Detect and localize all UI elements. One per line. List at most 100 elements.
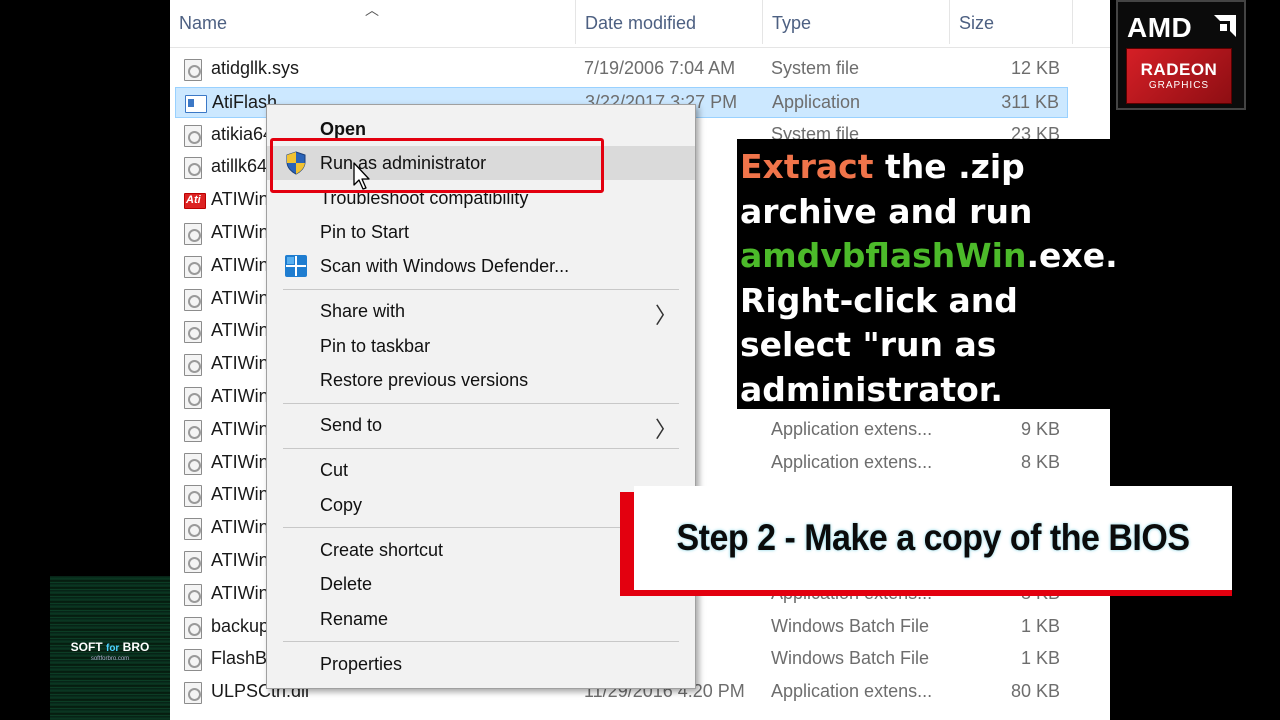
file-name: atikia64 xyxy=(211,123,274,144)
radeon-badge: RADEON GRAPHICS xyxy=(1126,48,1232,104)
menu-item-label: Share with xyxy=(320,301,406,321)
file-type: Application xyxy=(772,91,861,112)
file-icon xyxy=(184,682,202,705)
file-name: ATIWin xyxy=(211,418,269,439)
instruction-highlight: Extract xyxy=(740,147,874,186)
radeon-text: RADEON xyxy=(1140,60,1218,79)
highlight-box xyxy=(270,138,604,193)
file-type: Windows Batch File xyxy=(771,615,930,636)
ati-icon xyxy=(184,193,206,210)
menu-item-label: Delete xyxy=(320,574,373,594)
instruction-line: administrator. xyxy=(740,369,1003,409)
menu-item-rename[interactable]: Rename xyxy=(267,602,695,636)
column-divider[interactable] xyxy=(762,0,763,44)
menu-separator xyxy=(283,289,679,290)
column-date-modified[interactable]: Date modified xyxy=(585,13,696,34)
file-size: 12 KB xyxy=(1010,58,1060,78)
column-type[interactable]: Type xyxy=(772,13,811,34)
file-icon xyxy=(184,59,202,81)
channel-name-part: BRO xyxy=(122,640,150,654)
file-name: ATIWin xyxy=(211,484,269,505)
file-type: Application extens... xyxy=(771,681,933,702)
file-name: FlashB xyxy=(211,648,268,669)
file-name: ATIWin xyxy=(211,254,269,275)
menu-item-pin-to-taskbar[interactable]: Pin to taskbar xyxy=(267,329,695,363)
file-name: ATIWin xyxy=(211,582,269,603)
instruction-text: .exe. xyxy=(1026,236,1118,275)
column-name[interactable]: Name xyxy=(179,13,227,34)
column-size[interactable]: Size xyxy=(959,13,994,34)
menu-item-label: Properties xyxy=(320,654,403,674)
windows-defender-icon xyxy=(285,255,307,277)
file-type: Application extens... xyxy=(771,418,933,439)
channel-name-part: SOFT xyxy=(70,640,103,654)
menu-item-label: Scan with Windows Defender... xyxy=(320,256,570,276)
file-type: Application extens... xyxy=(771,451,933,472)
file-icon xyxy=(184,649,202,672)
file-name: atidgllk.sys xyxy=(211,58,300,78)
sort-ascending-icon: ︿ xyxy=(365,2,379,18)
step-banner: Step 2 - Make a copy of the BIOS xyxy=(634,486,1232,590)
menu-item-scan-defender[interactable]: Scan with Windows Defender... xyxy=(267,249,695,283)
file-name: ATIWin xyxy=(211,320,269,341)
channel-name: SOFT for BRO xyxy=(50,640,170,654)
menu-item-label: Send to xyxy=(320,415,383,435)
file-name: atillk64 xyxy=(211,156,268,177)
file-icon xyxy=(184,419,202,442)
file-icon xyxy=(184,255,202,278)
file-size: 1 KB xyxy=(1020,615,1060,636)
file-name: ATIWin xyxy=(211,550,269,570)
menu-item-label: Open xyxy=(320,119,367,139)
menu-item-share-with[interactable]: Share with 〉 xyxy=(267,294,695,328)
file-icon xyxy=(184,124,202,147)
file-size: 80 KB xyxy=(1010,681,1060,702)
file-icon xyxy=(184,485,202,508)
menu-item-pin-to-start[interactable]: Pin to Start xyxy=(267,215,695,249)
file-icon xyxy=(184,583,202,606)
menu-item-restore-previous-versions[interactable]: Restore previous versions xyxy=(267,363,695,397)
file-type: System file xyxy=(771,58,860,78)
menu-item-label: Rename xyxy=(320,609,389,629)
channel-name-part: for xyxy=(105,643,120,654)
menu-item-label: Create shortcut xyxy=(320,540,444,560)
menu-separator xyxy=(283,641,679,642)
menu-item-label: Restore previous versions xyxy=(320,370,529,390)
file-icon xyxy=(184,288,202,311)
column-divider[interactable] xyxy=(1072,0,1073,44)
file-size: 9 KB xyxy=(1020,418,1060,439)
menu-separator xyxy=(283,403,679,404)
submenu-arrow-icon: 〉 xyxy=(654,417,677,442)
submenu-arrow-icon: 〉 xyxy=(654,303,677,328)
instruction-line: select "run as xyxy=(740,325,997,364)
menu-item-properties[interactable]: Properties xyxy=(267,647,695,681)
file-size: 311 KB xyxy=(1001,91,1059,112)
file-name: ATIWin xyxy=(211,353,269,374)
channel-logo: SOFT for BRO softforbro.com xyxy=(50,576,170,720)
file-row[interactable]: atidgllk.sys 7/19/2006 7:04 AM System file… xyxy=(175,54,1068,85)
file-icon xyxy=(184,551,202,573)
file-date-modified: 7/19/2006 7:04 AM xyxy=(584,58,736,78)
file-icon xyxy=(184,354,202,377)
file-name: ATIWin xyxy=(211,287,269,308)
menu-item-cut[interactable]: Cut xyxy=(267,453,695,487)
file-name: ATIWin xyxy=(211,386,269,406)
column-divider[interactable] xyxy=(949,0,950,44)
menu-item-send-to[interactable]: Send to 〉 xyxy=(267,408,695,442)
instruction-line: Extract the .zip xyxy=(740,145,1110,190)
amd-brand-text: AMD xyxy=(1127,12,1193,43)
instruction-overlay: Extract the .zip archive and run amdvbfl… xyxy=(737,139,1118,409)
amd-arrow-icon xyxy=(1214,15,1236,37)
graphics-text: GRAPHICS xyxy=(1148,80,1210,91)
app-icon xyxy=(185,94,207,113)
file-size: 1 KB xyxy=(1020,648,1060,669)
column-header: ︿ Name Date modified Type Size xyxy=(170,0,1110,48)
instruction-line: Right-click and xyxy=(740,280,1018,320)
column-divider[interactable] xyxy=(575,0,576,44)
file-icon xyxy=(184,452,202,475)
file-name: backup xyxy=(211,615,270,636)
file-icon xyxy=(184,157,202,180)
menu-item-label: Copy xyxy=(320,495,363,515)
mouse-cursor-icon xyxy=(353,162,370,190)
channel-url: softforbro.com xyxy=(90,656,130,662)
file-icon xyxy=(184,387,202,409)
